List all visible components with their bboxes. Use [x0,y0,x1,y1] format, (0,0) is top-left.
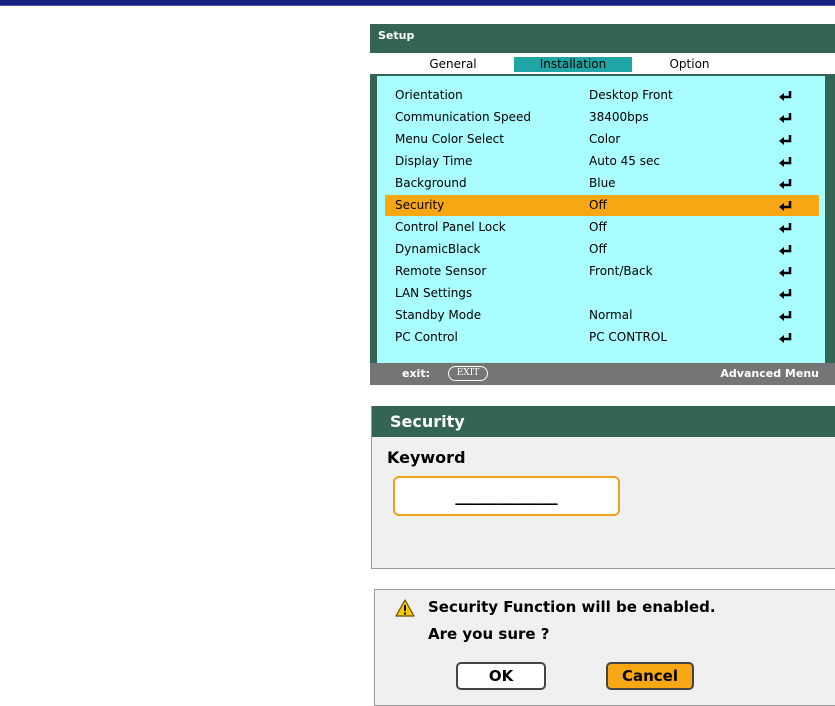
enter-icon [779,135,792,145]
enter-icon [779,267,792,277]
menu-item-value: Color [589,132,621,146]
enter-icon [779,245,792,255]
menu-item-value: 38400bps [589,110,649,124]
enter-icon [779,333,792,343]
menu-item-value: Auto 45 sec [589,154,660,168]
setup-footer: exit: EXIT Advanced Menu [370,363,835,385]
enter-icon [779,201,792,211]
enter-icon [779,179,792,189]
enter-icon [779,311,792,321]
menu-item-value: PC CONTROL [589,330,668,344]
menu-item-orientation[interactable]: Orientation Desktop Front [385,85,819,106]
security-title: Security [372,406,835,437]
menu-item-lan-settings[interactable]: LAN Settings [385,283,819,304]
menu-item-standby-mode[interactable]: Standby Mode Normal [385,305,819,326]
menu-list: Orientation Desktop Front Communication … [377,76,825,367]
menu-item-pc-control[interactable]: PC Control PC CONTROL [385,327,819,348]
menu-item-value: Off [589,242,607,256]
cancel-button[interactable]: Cancel [606,662,694,690]
menu-item-label: Communication Speed [395,110,532,124]
menu-item-label: Orientation [395,88,463,102]
tab-bar: General Installation Option [370,53,835,74]
menu-item-label: DynamicBlack [395,242,481,256]
top-rule [0,0,835,6]
menu-item-label: Display Time [395,154,473,168]
ok-button[interactable]: OK [456,662,546,690]
security-dialog: Security Keyword __________ [371,406,835,569]
exit-key-button[interactable]: EXIT [448,366,488,381]
menu-item-value: Desktop Front [589,88,673,102]
setup-menu: Setup General Installation Option Orient… [370,24,835,385]
menu-item-label: Standby Mode [395,308,482,322]
menu-item-value: Normal [589,308,633,322]
menu-item-value: Front/Back [589,264,653,278]
enter-icon [779,157,792,167]
confirm-dialog: Security Function will be enabled. Are y… [374,589,835,706]
enter-icon [779,113,792,123]
menu-item-value: Off [589,220,607,234]
menu-item-label: Control Panel Lock [395,220,506,234]
keyword-input[interactable]: __________ [393,476,620,516]
setup-title: Setup [378,29,415,42]
menu-item-label: LAN Settings [395,286,473,300]
menu-item-label: Background [395,176,467,190]
menu-item-remote-sensor[interactable]: Remote Sensor Front/Back [385,261,819,282]
menu-item-label: Security [395,198,445,212]
menu-item-background[interactable]: Background Blue [385,173,819,194]
tab-installation[interactable]: Installation [514,57,632,72]
menu-item-label: Remote Sensor [395,264,487,278]
menu-item-label: Menu Color Select [395,132,504,146]
menu-item-control-panel-lock[interactable]: Control Panel Lock Off [385,217,819,238]
menu-item-value: Blue [589,176,616,190]
tab-general[interactable]: General [408,57,498,72]
tab-option[interactable]: Option [642,57,737,72]
menu-item-display-time[interactable]: Display Time Auto 45 sec [385,151,819,172]
exit-label: exit: [402,367,430,380]
menu-item-menu-color-select[interactable]: Menu Color Select Color [385,129,819,150]
enter-icon [779,289,792,299]
menu-item-communication-speed[interactable]: Communication Speed 38400bps [385,107,819,128]
menu-item-label: PC Control [395,330,458,344]
advanced-menu-label: Advanced Menu [720,367,819,380]
menu-item-security[interactable]: Security Off [385,195,819,216]
confirm-question: Are you sure ? [428,625,550,643]
menu-item-value: Off [589,198,607,212]
menu-item-dynamicblack[interactable]: DynamicBlack Off [385,239,819,260]
warning-icon [395,599,415,617]
keyword-label: Keyword [387,448,466,467]
enter-icon [779,91,792,101]
confirm-message: Security Function will be enabled. [428,598,716,616]
enter-icon [779,223,792,233]
